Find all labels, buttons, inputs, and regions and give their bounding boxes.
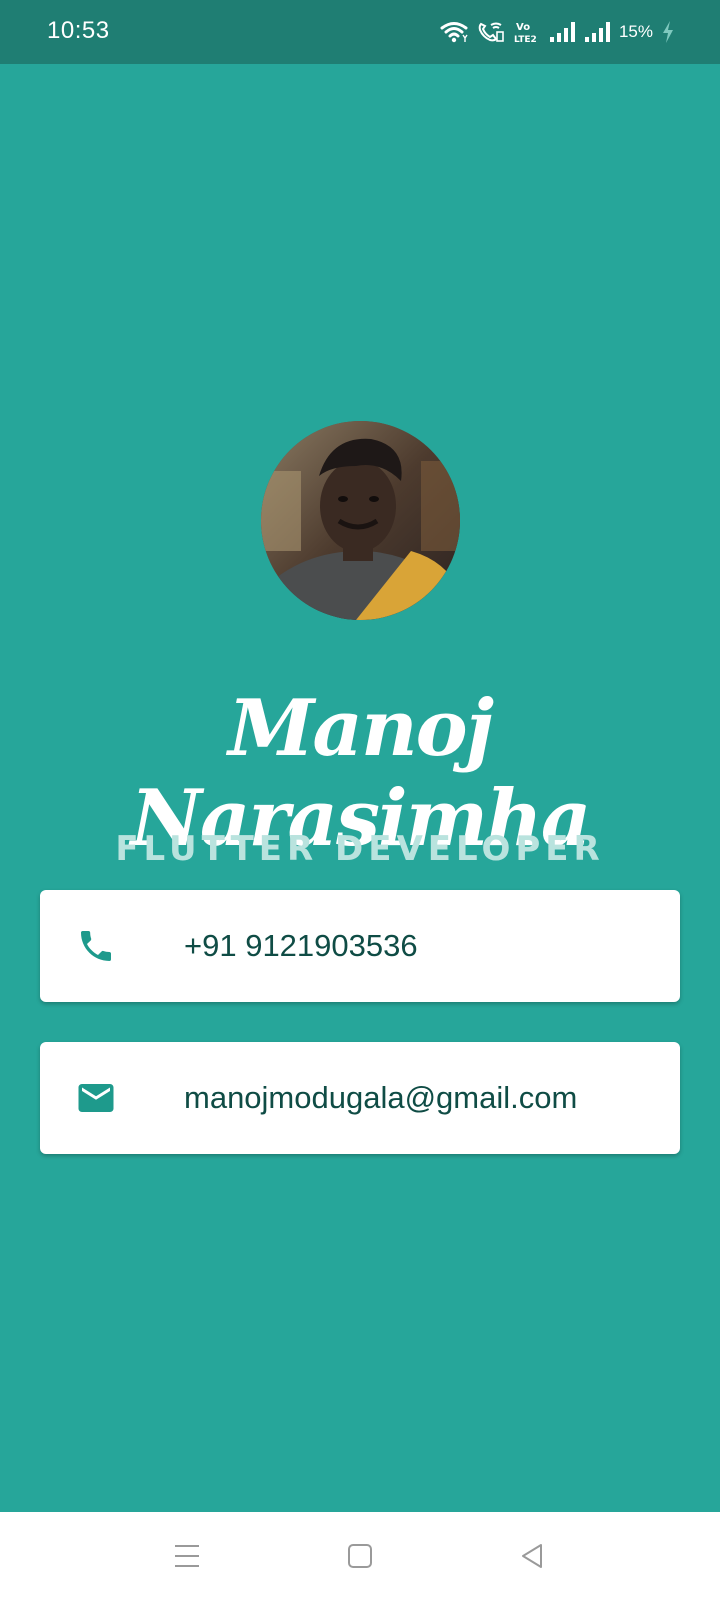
phone-card[interactable]: +91 9121903536 [40,890,680,1002]
phone-number: +91 9121903536 [184,928,418,963]
status-bar: 10:53 Vo LTE2 15% [0,0,720,64]
email-icon [74,1076,118,1120]
signal-icon [584,21,610,43]
email-address: manojmodugala@gmail.com [184,1080,578,1115]
phone-icon [74,924,118,968]
status-icons: Vo LTE2 15% [440,16,674,48]
navigation-bar [0,1512,720,1600]
signal-icon [549,21,575,43]
status-time: 10:53 [47,17,110,44]
avatar [261,421,460,620]
volte-icon: Vo LTE2 [514,20,540,44]
profile-title: FLUTTER DEVELOPER [115,829,605,869]
email-card[interactable]: manojmodugala@gmail.com [40,1042,680,1154]
battery-level: 15% [618,22,653,41]
home-icon[interactable] [342,1538,378,1574]
profile-card-screen: Manoj Narasimha FLUTTER DEVELOPER [0,64,720,1512]
back-icon[interactable] [514,1538,550,1574]
svg-text:Vo: Vo [516,22,530,33]
wifi-icon [440,21,468,43]
menu-icon[interactable] [169,1538,205,1574]
svg-text:LTE2: LTE2 [514,35,537,44]
wifi-calling-icon [477,21,505,43]
charging-icon [662,21,674,43]
